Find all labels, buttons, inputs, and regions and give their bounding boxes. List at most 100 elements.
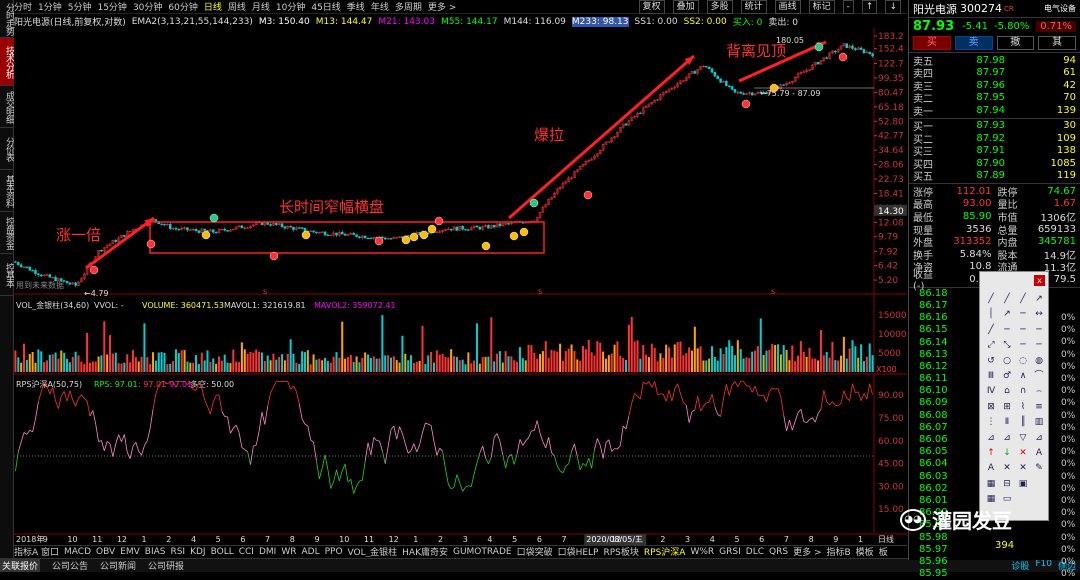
draw-tool-icon[interactable]: ≡ — [1031, 400, 1047, 415]
draw-tool-icon[interactable]: ⌢ — [1031, 384, 1047, 399]
tool-button[interactable]: 统计 — [741, 0, 767, 14]
draw-tool-icon[interactable]: ─ — [1031, 338, 1047, 353]
indicator-tab[interactable]: QRS — [769, 547, 788, 557]
draw-tool-icon[interactable]: A — [983, 461, 999, 476]
orderbook-row[interactable]: 卖一87.94139 — [909, 104, 1080, 117]
period-tab[interactable]: 月线 — [252, 0, 270, 13]
signal-marker[interactable] — [202, 231, 210, 239]
tool-button[interactable]: 多股 — [707, 0, 733, 14]
buy-button[interactable]: 买 — [913, 36, 951, 50]
draw-tool-icon[interactable]: ⊿ — [983, 431, 999, 446]
draw-tool-icon[interactable]: ✎ — [1031, 461, 1047, 476]
draw-tool-icon[interactable] — [1015, 492, 1031, 507]
period-tab[interactable]: 15分钟 — [97, 0, 126, 13]
indicator-tab[interactable]: 指标B — [826, 545, 850, 557]
draw-tool-icon[interactable]: ╱ — [999, 292, 1015, 307]
draw-tool-icon[interactable]: ↓ — [999, 446, 1015, 461]
draw-tool-icon[interactable]: ╱ — [983, 323, 999, 338]
signal-marker[interactable] — [530, 199, 538, 207]
indicator-tab[interactable]: KDJ — [190, 547, 206, 557]
indicator-tab[interactable]: BOLL — [211, 547, 234, 557]
signal-marker[interactable] — [147, 240, 155, 248]
period-tab[interactable]: 45日线 — [311, 0, 340, 13]
indicator-tab[interactable]: 指标A 窗口 — [14, 545, 59, 557]
period-tab[interactable]: 30分钟 — [133, 0, 162, 13]
draw-tool-icon[interactable]: ▥ — [1031, 415, 1047, 430]
indicator-tab[interactable]: W%R — [690, 547, 714, 557]
indicator-tab[interactable]: PPO — [325, 547, 343, 557]
orderbook-row[interactable]: 买五87.89119 — [909, 170, 1080, 183]
tool-button[interactable]: 叠加 — [673, 0, 699, 14]
draw-tool-icon[interactable]: ♂ — [999, 369, 1015, 384]
draw-tool-icon[interactable]: Ⅳ — [983, 384, 999, 399]
indicator-tab[interactable]: 板 — [879, 545, 888, 557]
vtab-item[interactable]: 技术分析 — [0, 38, 14, 86]
draw-tool-icon[interactable]: Ⅲ — [983, 369, 999, 384]
vtab-item[interactable]: 控基本 — [0, 254, 14, 296]
other-button[interactable]: 其 — [1038, 36, 1076, 50]
signal-marker[interactable] — [302, 231, 310, 239]
draw-tool-icon[interactable]: ↗ — [999, 307, 1015, 322]
indicator-tab[interactable]: ADL — [301, 547, 319, 557]
indicator-tab[interactable]: 更多 > — [793, 545, 821, 557]
draw-tool-icon[interactable]: ⊞ — [999, 400, 1015, 415]
indicator-tab[interactable]: GUMOTRADE — [453, 547, 512, 557]
indicator-tab[interactable]: BIAS — [145, 547, 166, 557]
period-tab[interactable]: 日线 — [204, 0, 222, 13]
draw-tool-icon[interactable]: ⤡ — [999, 338, 1015, 353]
draw-tool-icon[interactable]: ↑ — [983, 446, 999, 461]
draw-tool-icon[interactable]: ▽ — [1015, 431, 1031, 446]
signal-marker[interactable] — [428, 225, 436, 233]
signal-marker[interactable] — [410, 233, 418, 241]
indicator-tab[interactable]: 口袋突破 — [517, 545, 553, 557]
period-tab[interactable]: 10分钟 — [276, 0, 305, 13]
draw-tool-icon[interactable]: ◌ — [1015, 354, 1031, 369]
vtab-item[interactable]: 分价表 — [0, 128, 14, 170]
draw-tool-icon[interactable]: ◍ — [1031, 354, 1047, 369]
indicator-tab[interactable]: DLC — [746, 547, 764, 557]
draw-tool-icon[interactable] — [1031, 477, 1047, 492]
signal-marker[interactable] — [482, 242, 490, 250]
draw-tool-icon[interactable]: ↺ — [983, 354, 999, 369]
tool-button[interactable]: ↑ — [862, 0, 878, 14]
period-tab[interactable]: 更多 > — [428, 0, 456, 13]
tool-button[interactable]: - — [843, 0, 854, 14]
indicator-tab[interactable]: MACD — [64, 547, 91, 557]
draw-tool-icon[interactable]: ⌒ — [1031, 369, 1047, 384]
draw-tool-icon[interactable]: ✕ — [999, 461, 1015, 476]
indicator-tab[interactable]: EMV — [120, 547, 140, 557]
draw-tool-icon[interactable]: Ⅱ — [999, 415, 1015, 430]
tool-button[interactable]: ↓ — [885, 0, 901, 14]
period-tab[interactable]: 分时 — [14, 0, 32, 13]
draw-tool-icon[interactable]: ∧ — [1015, 369, 1031, 384]
signal-marker[interactable] — [742, 100, 750, 108]
indicator-tab[interactable]: DMI — [259, 547, 276, 557]
draw-tool-icon[interactable]: ⋮ — [983, 415, 999, 430]
indicator-tab[interactable]: WR — [281, 547, 296, 557]
indicator-tab[interactable]: 模板 — [856, 545, 874, 557]
status-link[interactable]: 公司新闻 — [100, 559, 136, 572]
draw-tool-icon[interactable]: ║ — [1015, 415, 1031, 430]
draw-tool-icon[interactable]: ⊟ — [999, 477, 1015, 492]
draw-tool-icon[interactable]: ╱ — [983, 292, 999, 307]
signal-marker[interactable] — [510, 232, 518, 240]
signal-marker[interactable] — [770, 84, 778, 92]
draw-tool-icon[interactable]: ∩ — [1015, 384, 1031, 399]
vtab-item[interactable]: 控盘资金 — [0, 212, 14, 254]
draw-tool-icon[interactable]: ⊠ — [983, 400, 999, 415]
cancel-button[interactable]: 撤 — [997, 36, 1035, 50]
period-tab[interactable]: 1分钟 — [38, 0, 62, 13]
vtab-item[interactable]: 基本资料 — [0, 170, 14, 212]
period-tab[interactable]: 60分钟 — [168, 0, 197, 13]
signal-marker[interactable] — [270, 252, 278, 260]
tool-button[interactable]: 画线 — [775, 0, 801, 14]
vtab-item[interactable]: 分时走势 — [0, 0, 14, 38]
indicator-tab[interactable]: RPS沪深A — [644, 545, 686, 557]
draw-tool-icon[interactable]: ─ — [1031, 323, 1047, 338]
signal-marker[interactable] — [839, 53, 847, 61]
kline-chart[interactable]: 183.2152.4122.799.3580.4765.1852.8042.77… — [14, 28, 907, 545]
draw-tool-icon[interactable]: │ — [983, 307, 999, 322]
draw-tool-icon[interactable]: ⌇ — [1015, 400, 1031, 415]
draw-tool-icon[interactable]: ─ — [999, 323, 1015, 338]
indicator-tab[interactable]: VOL_金银柱 — [348, 545, 398, 557]
